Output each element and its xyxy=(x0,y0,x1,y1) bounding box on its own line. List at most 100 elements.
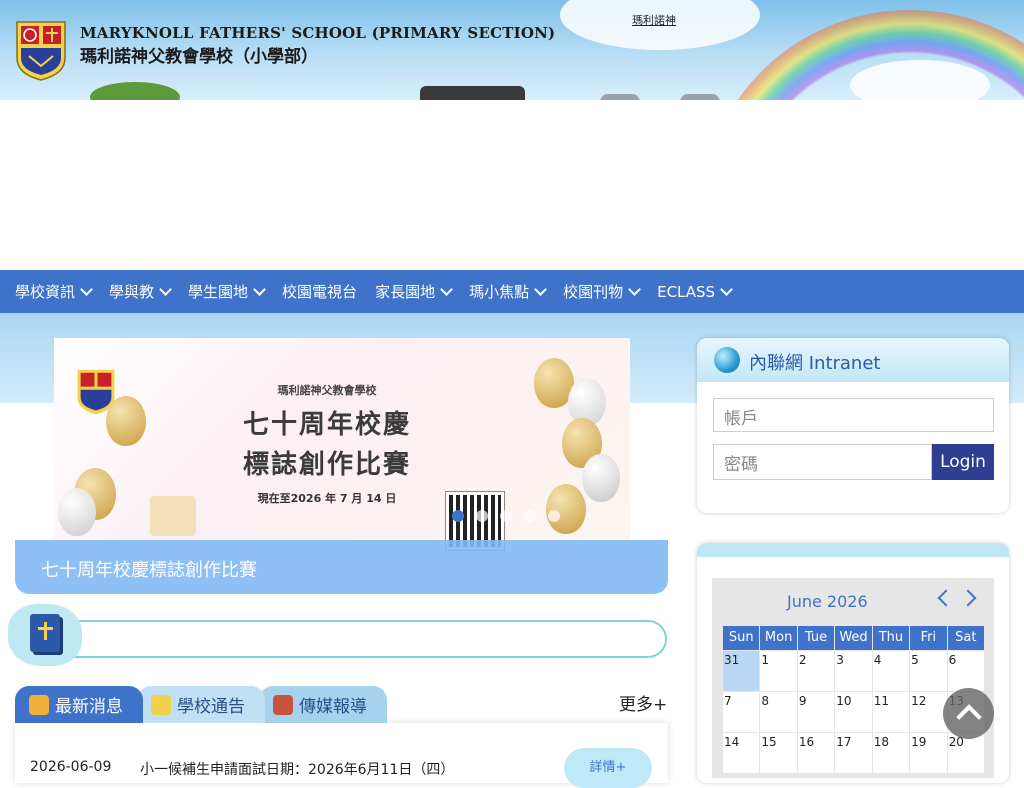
calendar-day[interactable]: 7 xyxy=(723,692,760,732)
calendar-day[interactable]: 19 xyxy=(910,733,947,773)
bus-decoration xyxy=(420,86,525,100)
chevron-down-icon xyxy=(253,283,266,296)
next-month-icon[interactable] xyxy=(959,589,977,607)
tab-media-reports[interactable]: 傳媒報導 xyxy=(259,686,387,723)
calendar-day[interactable]: 6 xyxy=(947,651,984,691)
school-name-zh: 瑪利諾神父教會學校（小學部） xyxy=(80,47,318,67)
school-logo[interactable] xyxy=(15,20,67,82)
prev-month-icon[interactable] xyxy=(937,589,955,607)
slide-title-line2: 標誌創作比賽 xyxy=(242,450,411,480)
nav-item-label: ECLASS xyxy=(657,282,716,301)
calendar: June 2026 Sun Mon Tue Wed Thu Fri Sat 31 1 2 3 4 5 6 7… xyxy=(712,578,994,778)
bible-icon xyxy=(30,614,60,652)
globe-icon xyxy=(714,347,740,373)
slider-dot[interactable] xyxy=(500,510,512,522)
nav-item-label: 家長園地 xyxy=(375,283,436,301)
nav-item[interactable]: 校園電視台 xyxy=(273,281,366,302)
calendar-day[interactable]: 1 xyxy=(760,651,797,691)
nav-item-label: 校園刊物 xyxy=(563,283,624,301)
tab-school-notices[interactable]: 學校通告 xyxy=(137,686,265,723)
chevron-up-icon[interactable] xyxy=(943,688,994,739)
chevron-down-icon xyxy=(628,283,641,296)
calendar-day[interactable]: 20 xyxy=(947,733,984,773)
calendar-day[interactable]: 12 xyxy=(910,692,947,732)
tab-latest-news[interactable]: 最新消息 xyxy=(15,686,143,723)
tab-label: 學校通告 xyxy=(177,697,245,717)
slider-dot[interactable] xyxy=(452,510,464,522)
calendar-day[interactable]: 15 xyxy=(760,733,797,773)
calendar-day[interactable]: 8 xyxy=(760,692,797,732)
intranet-title: 內聯網 Intranet xyxy=(749,353,881,374)
notice-icon xyxy=(151,694,171,715)
nav-item-label: 瑪小焦點 xyxy=(469,283,530,301)
chevron-down-icon xyxy=(159,283,172,296)
calendar-day[interactable]: 9 xyxy=(797,692,835,732)
slider-dot[interactable] xyxy=(476,510,488,522)
chevron-down-icon xyxy=(80,283,93,296)
car-decoration xyxy=(600,94,640,100)
school-name-en: MARYKNOLL FATHERS' SCHOOL (PRIMARY SECTI… xyxy=(80,24,556,42)
password-input[interactable]: 密碼 xyxy=(713,444,932,480)
news-list: 2026-06-09 小一候補生申請面試日期：2026年6月11日（四） 詳情+ xyxy=(15,723,668,788)
weekday-header: Mon xyxy=(760,626,797,650)
announcement-marquee xyxy=(15,620,667,658)
nav-item[interactable]: 家長園地 xyxy=(366,281,460,302)
slide-caption-text: 七十周年校慶標誌創作比賽 xyxy=(41,560,257,581)
calendar-day[interactable]: 14 xyxy=(723,733,760,773)
calendar-grid: SunMonTueWedThuFriSat3112345678910111213… xyxy=(723,626,984,773)
login-button[interactable]: Login xyxy=(932,444,994,480)
nav-item[interactable]: 瑪小焦點 xyxy=(460,281,554,302)
calendar-day[interactable]: 17 xyxy=(835,733,872,773)
calendar-day[interactable]: 3 xyxy=(835,651,872,691)
account-input[interactable]: 帳戶 xyxy=(713,398,994,432)
slide-caption[interactable]: 七十周年校慶標誌創作比賽 xyxy=(15,540,668,594)
chevron-down-icon xyxy=(440,283,453,296)
chevron-down-icon xyxy=(534,283,547,296)
calendar-day[interactable]: 31 xyxy=(723,651,760,691)
intranet-header: 內聯網 Intranet xyxy=(697,338,1009,382)
intranet-panel: 內聯網 Intranet 帳戶 密碼 Login xyxy=(697,338,1009,513)
calendar-header-strip xyxy=(697,543,1009,557)
newspaper-icon xyxy=(273,694,293,715)
weekday-header: Wed xyxy=(835,626,872,650)
chevron-down-icon xyxy=(720,283,733,296)
slider-pagination xyxy=(452,510,560,522)
nav-item-label: 學生園地 xyxy=(188,283,249,301)
slider-dot[interactable] xyxy=(524,510,536,522)
megaphone-icon xyxy=(29,694,49,715)
header-banner: MARYKNOLL FATHERS' SCHOOL (PRIMARY SECTI… xyxy=(0,0,1024,100)
calendar-month: June 2026 xyxy=(787,592,868,611)
nav-item[interactable]: 學與教 xyxy=(100,281,179,302)
news-date: 2026-06-09 xyxy=(30,759,112,775)
weekday-header: Sun xyxy=(723,626,760,650)
weekday-header: Fri xyxy=(910,626,947,650)
calendar-day[interactable]: 4 xyxy=(872,651,910,691)
calendar-day[interactable]: 11 xyxy=(872,692,910,732)
nav-item[interactable]: 學校資訊 xyxy=(6,281,100,302)
calendar-day[interactable]: 18 xyxy=(872,733,910,773)
tab-label: 傳媒報導 xyxy=(299,697,367,717)
weekday-header: Tue xyxy=(797,626,835,650)
nav-item-label: 校園電視台 xyxy=(282,283,358,301)
nav-item-label: 學校資訊 xyxy=(15,283,76,301)
details-button[interactable]: 詳情+ xyxy=(564,748,652,788)
nav-item[interactable]: 學生園地 xyxy=(179,281,273,302)
more-link[interactable]: 更多+ xyxy=(619,690,667,715)
slide-title-line1: 七十周年校慶 xyxy=(242,410,411,440)
marquee-link[interactable]: 瑪利諾神 xyxy=(632,12,698,28)
main-nav: 學校資訊 學與教 學生園地 校園電視台 家長園地 瑪小焦點 校園刊物 ECLASS xyxy=(0,270,1024,313)
calendar-day[interactable]: 5 xyxy=(910,651,947,691)
weekday-header: Thu xyxy=(872,626,910,650)
slide-school-name: 瑪利諾神父教會學校 xyxy=(277,384,377,397)
calendar-day[interactable]: 16 xyxy=(797,733,835,773)
nav-item[interactable]: ECLASS xyxy=(648,283,740,301)
calendar-day[interactable]: 10 xyxy=(835,692,872,732)
nav-item[interactable]: 校園刊物 xyxy=(554,281,648,302)
tree-decoration xyxy=(90,82,180,100)
calendar-day[interactable]: 2 xyxy=(797,651,835,691)
car-decoration xyxy=(680,94,720,100)
tab-label: 最新消息 xyxy=(55,697,123,717)
slider-dot[interactable] xyxy=(548,510,560,522)
news-title[interactable]: 小一候補生申請面試日期：2026年6月11日（四） xyxy=(140,759,454,779)
news-tabs: 最新消息 學校通告 傳媒報導 xyxy=(15,686,387,723)
